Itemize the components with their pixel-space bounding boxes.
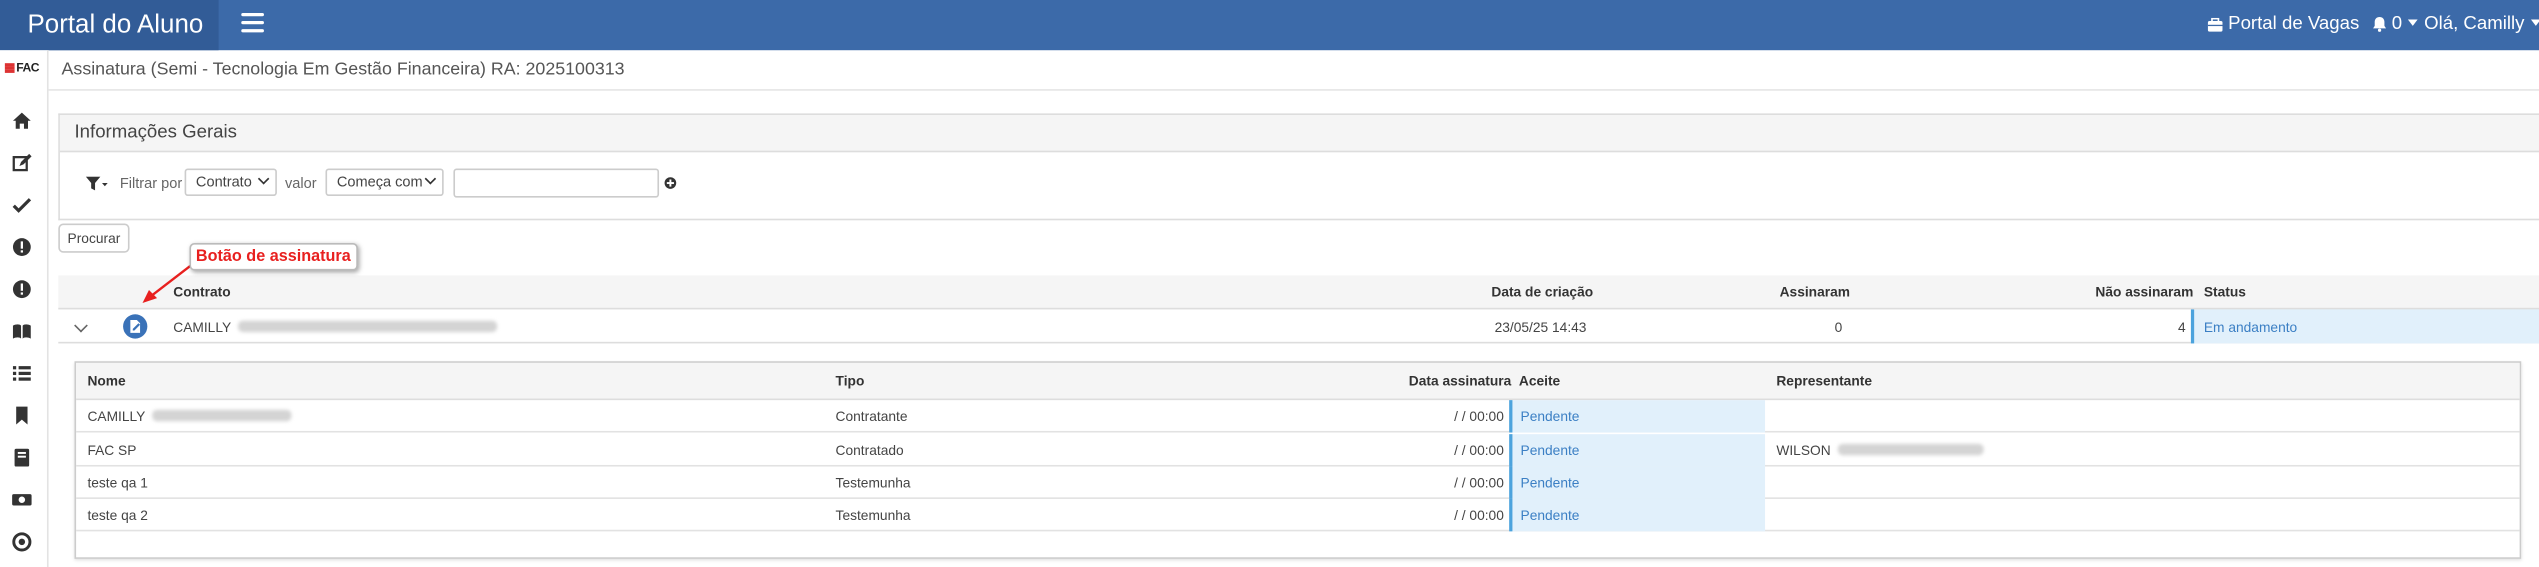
signer-type: Contratante bbox=[835, 408, 908, 425]
signer-name: CAMILLY bbox=[87, 408, 292, 424]
signer-type: Contratado bbox=[835, 442, 904, 459]
table-row bbox=[76, 400, 2520, 433]
info-icon[interactable] bbox=[11, 237, 32, 258]
book-open-icon[interactable] bbox=[11, 321, 32, 342]
caret-down-icon bbox=[2530, 19, 2539, 26]
money-icon[interactable] bbox=[11, 489, 32, 510]
table-row bbox=[76, 499, 2520, 532]
search-button[interactable]: Procurar bbox=[58, 223, 130, 253]
signer-name: FAC SP bbox=[87, 442, 137, 459]
book-icon[interactable] bbox=[11, 447, 32, 468]
not-signed-count: 4 bbox=[2177, 319, 2186, 336]
signature-date: / / 00:00 bbox=[1454, 408, 1504, 425]
search-value-input[interactable] bbox=[453, 168, 660, 198]
annotation-callout: Botão de assinatura bbox=[189, 243, 358, 271]
info-icon[interactable] bbox=[11, 279, 32, 300]
filter-icon[interactable] bbox=[85, 176, 109, 192]
support-icon[interactable] bbox=[11, 531, 32, 552]
aceite-status: Pendente bbox=[1520, 474, 1580, 491]
aceite-status: Pendente bbox=[1520, 507, 1580, 524]
hamburger-menu-icon[interactable] bbox=[241, 12, 264, 36]
chevron-down-icon bbox=[257, 173, 270, 185]
col-aceite[interactable]: Aceite bbox=[1519, 373, 1560, 389]
info-panel: Informações Gerais bbox=[58, 113, 2539, 221]
add-filter-icon[interactable] bbox=[664, 177, 677, 190]
notification-count: 0 bbox=[2391, 14, 2403, 35]
aceite-status: Pendente bbox=[1520, 408, 1580, 425]
signed-count: 0 bbox=[1834, 319, 1843, 336]
signer-name: teste qa 1 bbox=[87, 474, 148, 491]
home-icon[interactable] bbox=[11, 110, 32, 131]
table-row bbox=[76, 434, 2520, 467]
briefcase-icon bbox=[2207, 17, 2223, 32]
filter-by-label: Filtrar por bbox=[119, 174, 183, 192]
top-navbar: Portal do Aluno Portal de Vagas 0 Olá, C… bbox=[0, 0, 2539, 51]
aceite-status: Pendente bbox=[1520, 442, 1580, 459]
panel-title: Informações Gerais bbox=[59, 115, 2539, 153]
filter-field-select[interactable]: Contrato bbox=[184, 168, 277, 197]
contract-name: CAMILLY bbox=[173, 319, 497, 335]
bell-icon bbox=[2373, 17, 2387, 32]
list-icon[interactable] bbox=[11, 363, 32, 384]
match-mode-select[interactable]: Começa com bbox=[325, 168, 444, 197]
sign-button[interactable] bbox=[123, 314, 148, 339]
col-tipo[interactable]: Tipo bbox=[836, 373, 865, 389]
col-nome[interactable]: Nome bbox=[87, 373, 125, 389]
user-greeting: Olá, Camilly bbox=[2424, 14, 2525, 35]
creation-date: 23/05/25 14:43 bbox=[1494, 319, 1587, 336]
signature-date: / / 00:00 bbox=[1454, 442, 1504, 459]
signature-date: / / 00:00 bbox=[1454, 474, 1504, 491]
caret-down-icon bbox=[2408, 19, 2419, 26]
user-menu[interactable]: Olá, Camilly bbox=[2424, 0, 2539, 50]
portal-vagas-link[interactable]: Portal de Vagas bbox=[2207, 0, 2359, 50]
signer-name: teste qa 2 bbox=[87, 507, 148, 524]
signer-type: Testemunha bbox=[835, 507, 911, 524]
divider bbox=[48, 89, 2539, 91]
col-representante[interactable]: Representante bbox=[1776, 373, 1872, 389]
signature-date: / / 00:00 bbox=[1454, 507, 1504, 524]
table-row bbox=[76, 467, 2520, 499]
col-data-assinatura[interactable]: Data assinatura bbox=[1409, 373, 1512, 389]
signers-table-header bbox=[76, 362, 2520, 401]
representative: WILSON bbox=[1776, 442, 1983, 458]
status-value: Em andamento bbox=[2203, 319, 2298, 336]
document-sign-icon bbox=[130, 319, 141, 333]
redacted-text bbox=[237, 320, 497, 333]
col-status[interactable]: Status bbox=[2204, 284, 2246, 300]
fac-logo: FAC bbox=[4, 60, 40, 75]
col-assinaram[interactable]: Assinaram bbox=[1780, 284, 1850, 300]
brand-title[interactable]: Portal do Aluno bbox=[0, 0, 219, 51]
value-label: valor bbox=[284, 174, 317, 192]
edit-icon[interactable] bbox=[11, 152, 32, 173]
check-icon[interactable] bbox=[11, 194, 32, 215]
redacted-text bbox=[151, 409, 292, 422]
portal-vagas-label: Portal de Vagas bbox=[2228, 14, 2360, 35]
col-data-criacao[interactable]: Data de criação bbox=[1491, 284, 1593, 300]
bookmark-icon[interactable] bbox=[11, 405, 32, 426]
chevron-down-icon bbox=[424, 173, 437, 185]
redacted-text bbox=[1837, 443, 1983, 456]
notifications-dropdown[interactable]: 0 bbox=[2372, 0, 2419, 50]
page-title: Assinatura (Semi - Tecnologia Em Gestão … bbox=[61, 59, 625, 80]
signer-type: Testemunha bbox=[835, 474, 911, 491]
col-nao-assinaram[interactable]: Não assinaram bbox=[2095, 284, 2193, 300]
